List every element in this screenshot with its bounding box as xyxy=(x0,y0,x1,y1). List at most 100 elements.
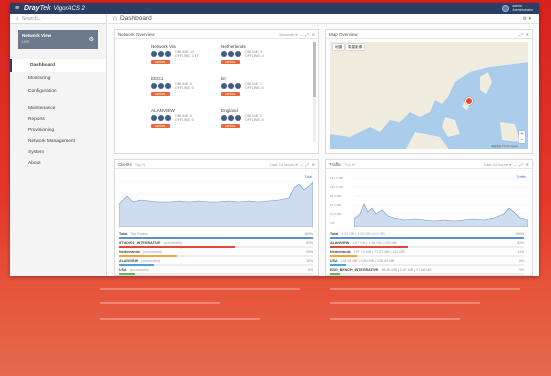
table-row[interactable]: USA (connected) 5% xyxy=(119,268,313,276)
network-settings-icon[interactable]: ⚙ xyxy=(89,36,94,43)
gear-icon[interactable]: ⚙ ▾ xyxy=(523,16,531,22)
table-row[interactable]: Netherlands 197.75 MB | 77.37 MB | 120 MB… xyxy=(330,250,524,259)
row-bar-fill xyxy=(119,255,178,257)
row-bar xyxy=(330,273,524,275)
scrollbar[interactable] xyxy=(313,42,316,142)
map-view[interactable]: 地圖 衛星影像 + − 地圖資料 ©2018 Google xyxy=(330,42,528,149)
site-card[interactable]: kit ONLINE: 1 OFFLINE: 0 DETAIL xyxy=(221,76,311,107)
site-detail-button[interactable]: DETAIL xyxy=(221,60,240,64)
row-bar-fill xyxy=(119,246,236,248)
router-icon xyxy=(221,115,227,121)
expand-icon[interactable]: ⤢ xyxy=(519,162,522,167)
panel-header: Network Overview Network ▾ – ⤢ ✕ xyxy=(115,30,318,39)
router-icon xyxy=(151,115,157,121)
table-row[interactable]: ALANVIEW (connected) 10% xyxy=(119,259,313,268)
close-icon[interactable]: ✕ xyxy=(526,162,529,167)
expand-icon[interactable]: ⤢ xyxy=(305,162,308,167)
site-status: ONLINE: 1 OFFLINE: 0 xyxy=(245,82,264,90)
row-label: Total 1.92 GB | 1.02 GB | 0.9 GB xyxy=(330,232,385,236)
user-menu[interactable]: admin Administrator xyxy=(502,4,533,12)
network-view-card[interactable]: Network View LIVE ⚙ xyxy=(18,30,98,49)
site-detail-button[interactable]: DETAIL xyxy=(221,92,240,96)
y-tick: 31.5 MB xyxy=(330,212,342,216)
sidebar-item-dashboard[interactable]: Dashboard xyxy=(10,59,106,72)
ap-icon xyxy=(235,51,241,57)
table-row[interactable]: ALANVIEW 1.57 GB | 1.46 GB | 120 MB 82% xyxy=(330,241,524,250)
row-detail: (connected) xyxy=(163,241,183,245)
user-role: Administrator xyxy=(512,8,533,12)
traffic-table: Total 1.92 GB | 1.02 GB | 0.9 GB 100% ALANV… xyxy=(330,232,524,276)
row-detail: (connected) xyxy=(142,250,162,254)
site-detail-button[interactable]: DETAIL xyxy=(151,124,170,128)
avatar[interactable] xyxy=(502,4,510,12)
network-dropdown[interactable]: Network ▾ xyxy=(279,32,297,37)
zoom-control[interactable]: + − xyxy=(519,131,525,143)
time-range-dropdown[interactable]: Last 24 hours ▾ xyxy=(270,162,297,167)
user-info: admin Administrator xyxy=(512,4,533,12)
sidebar-item-monitoring[interactable]: Monitoring xyxy=(10,72,106,85)
switch-icon xyxy=(158,83,164,89)
site-detail-button[interactable]: DETAIL xyxy=(151,92,170,96)
sidebar-item-maintenance[interactable]: Maintenance xyxy=(10,103,106,114)
minimize-icon[interactable]: – xyxy=(300,32,302,37)
site-status: ONLINE: 3 OFFLINE: 0 xyxy=(245,50,264,58)
product-name: VigorACS 2 xyxy=(53,5,85,12)
sidebar-item-network-management[interactable]: Network Management xyxy=(10,136,106,147)
row-detail: (connected) xyxy=(141,259,161,263)
hamburger-menu-icon[interactable]: ≡ xyxy=(10,5,24,12)
close-icon[interactable]: ✕ xyxy=(312,162,315,167)
panel-title: Traffic xyxy=(329,161,342,167)
map-tab[interactable]: 地圖 xyxy=(333,44,345,50)
panel-title: Clients xyxy=(118,161,132,167)
sidebar-item-provisioning[interactable]: Provisioning xyxy=(10,125,106,136)
satellite-tab[interactable]: 衛星影像 xyxy=(346,44,365,50)
site-detail-button[interactable]: DETAIL xyxy=(221,124,240,128)
close-icon[interactable]: ✕ xyxy=(312,32,315,37)
site-card[interactable]: Netherlands ONLINE: 3 OFFLINE: 0 DETAIL xyxy=(221,44,311,75)
row-label: USA 118.39 MB | 9.84 MB | 108.55 MB xyxy=(330,259,395,263)
table-row[interactable]: Netherlands (connected) 20% xyxy=(119,250,313,259)
ap-icon xyxy=(165,83,171,89)
time-range-dropdown[interactable]: Last 24 hours ▾ xyxy=(484,162,511,167)
row-detail: 1.57 GB | 1.46 GB | 120 MB xyxy=(352,241,397,245)
row-detail: Top Ratios xyxy=(130,232,148,236)
expand-icon[interactable]: ⤢ xyxy=(519,32,522,37)
site-name: England xyxy=(221,108,238,113)
row-percent: 20% xyxy=(306,250,313,254)
close-icon[interactable]: ✕ xyxy=(526,32,529,37)
router-icon xyxy=(221,51,227,57)
row-label: USA (connected) xyxy=(119,268,149,272)
offline-count: OFFLINE: 0 xyxy=(245,118,264,122)
row-bar-fill xyxy=(330,237,524,239)
sidebar-item-system[interactable]: System xyxy=(10,147,106,158)
map-attribution: 地圖資料 ©2018 Google xyxy=(491,145,518,148)
row-bar xyxy=(119,273,313,275)
app-window: ≡ DrayTek VigorACS 2 admin Administrator… xyxy=(10,3,539,276)
table-row[interactable]: ENG_BENCH_INTEGRATIVE 98.85 MB | 0.97 MB … xyxy=(330,268,524,276)
row-label: ENG_BENCH_INTEGRATIVE 98.85 MB | 0.97 MB … xyxy=(330,268,432,272)
zoom-out-button[interactable]: − xyxy=(519,137,525,143)
table-row[interactable]: USA 118.39 MB | 9.84 MB | 108.55 MB 6% xyxy=(330,259,524,268)
table-row[interactable]: Total Top Ratios 100% xyxy=(119,232,313,241)
minimize-icon[interactable]: – xyxy=(300,162,302,167)
table-row[interactable]: Total 1.92 GB | 1.02 GB | 0.9 GB 100% xyxy=(330,232,524,241)
expand-icon[interactable]: ⤢ xyxy=(305,32,308,37)
switch-icon xyxy=(158,51,164,57)
site-detail-button[interactable]: DETAIL xyxy=(151,60,170,64)
minimize-icon[interactable]: – xyxy=(514,162,516,167)
clients-panel: Clients Top N Last 24 hours ▾ – ⤢ ✕ Tota… xyxy=(114,159,319,276)
row-bar xyxy=(330,264,524,266)
router-icon xyxy=(151,51,157,57)
table-row[interactable]: STUDIO1_INTEGRATIVE (connected) 50% xyxy=(119,241,313,250)
row-percent: 5% xyxy=(519,268,524,272)
sidebar-item-reports[interactable]: Reports xyxy=(10,114,106,125)
router-icon xyxy=(151,83,157,89)
sidebar-item-about[interactable]: About xyxy=(10,158,106,169)
map-pin-icon[interactable] xyxy=(465,97,473,105)
clients-table: Total Top Ratios 100% STUDIO1_INTEGRATIVE (c… xyxy=(119,232,313,276)
search-input[interactable]: Search... xyxy=(22,16,42,22)
sidebar-item-configuration[interactable]: Configuration xyxy=(10,85,106,98)
site-card[interactable]: England ONLINE: 2 OFFLINE: 0 DETAIL xyxy=(221,108,311,139)
search-box[interactable]: ⌕ Search... xyxy=(10,14,106,24)
offline-count: OFFLINE: 0 xyxy=(245,86,264,90)
